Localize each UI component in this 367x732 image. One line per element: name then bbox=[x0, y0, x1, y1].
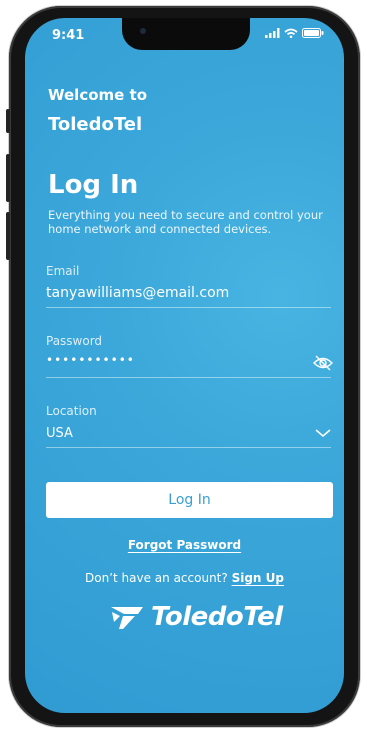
logo-mark-icon bbox=[111, 607, 143, 629]
brand-logo: ToledoTel bbox=[109, 602, 283, 632]
signup-row: Don’t have an account? Sign Up bbox=[25, 571, 344, 585]
email-label: Email bbox=[46, 264, 80, 278]
camera-icon bbox=[140, 28, 146, 34]
app-screen: 9:41 Welcome to ToledoTel Log In Everyth… bbox=[25, 18, 344, 713]
eye-slash-icon[interactable] bbox=[313, 355, 333, 371]
volume-up-button bbox=[6, 154, 10, 202]
page-subtitle: Everything you need to secure and contro… bbox=[48, 208, 323, 236]
location-label: Location bbox=[46, 404, 97, 418]
login-button[interactable]: Log In bbox=[46, 482, 333, 518]
password-label: Password bbox=[46, 334, 103, 348]
forgot-password-row: Forgot Password bbox=[25, 538, 344, 552]
no-account-text: Don’t have an account? bbox=[85, 571, 228, 585]
email-field[interactable]: tanyawilliams@email.com bbox=[46, 285, 229, 301]
location-select[interactable]: USA bbox=[46, 426, 73, 441]
brand-name: ToledoTel bbox=[48, 114, 143, 135]
chevron-down-icon[interactable] bbox=[315, 428, 331, 438]
status-time: 9:41 bbox=[52, 28, 85, 43]
page-title: Log In bbox=[48, 170, 139, 200]
welcome-text: Welcome to bbox=[48, 86, 148, 104]
volume-down-button bbox=[6, 212, 10, 260]
password-underline bbox=[46, 377, 331, 378]
sign-up-link[interactable]: Sign Up bbox=[232, 571, 284, 585]
email-underline bbox=[46, 307, 331, 308]
signal-icon bbox=[265, 28, 280, 38]
wifi-icon bbox=[284, 28, 298, 38]
notch bbox=[122, 18, 250, 50]
logo-wordmark: ToledoTel bbox=[151, 602, 283, 632]
status-icons bbox=[265, 28, 324, 38]
location-underline bbox=[46, 447, 331, 448]
battery-icon bbox=[302, 28, 324, 38]
password-field[interactable]: ••••••••••• bbox=[46, 353, 135, 367]
forgot-password-link[interactable]: Forgot Password bbox=[128, 538, 241, 552]
mute-switch bbox=[6, 109, 10, 133]
